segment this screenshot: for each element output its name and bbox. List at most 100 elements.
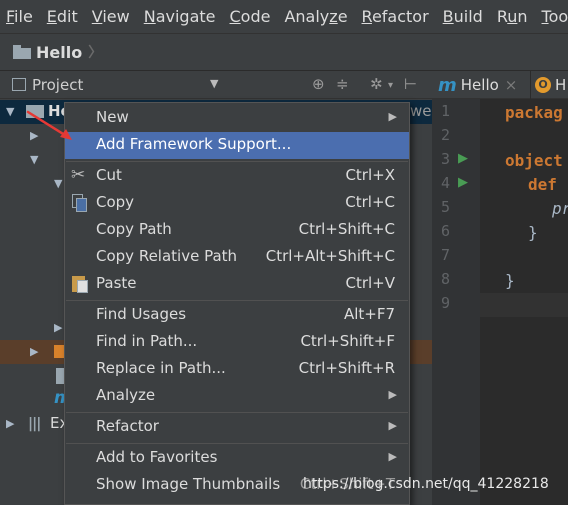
menu-item-copy-relative-path[interactable]: Copy Relative Path Ctrl+Alt+Shift+C xyxy=(65,244,409,271)
menu-item-paste[interactable]: Paste Ctrl+V xyxy=(65,271,409,298)
expand-arrow-icon[interactable]: ▼ xyxy=(30,153,38,166)
breadcrumb-project: Hello xyxy=(36,42,83,62)
locate-icon[interactable]: ⊕ xyxy=(312,75,325,93)
menu-item-find-in-path[interactable]: Find in Path... Ctrl+Shift+F xyxy=(65,329,409,356)
line-number: 8 xyxy=(440,270,450,288)
menu-item-cut[interactable]: ✂ Cut Ctrl+X xyxy=(65,163,409,190)
project-icon xyxy=(12,78,26,91)
line-number: 7 xyxy=(440,246,450,264)
module-folder-icon xyxy=(26,105,44,118)
menu-view[interactable]: View xyxy=(85,0,137,33)
menu-item-add-framework-support[interactable]: Add Framework Support... xyxy=(65,132,409,159)
menu-item-label: Find Usages xyxy=(96,305,187,323)
settings-dropdown-icon[interactable]: ▾ xyxy=(388,80,393,91)
collapse-arrow-icon[interactable]: ▶ xyxy=(54,321,62,334)
code-line-1: packag xyxy=(505,103,563,122)
expand-arrow-icon[interactable]: ▼ xyxy=(54,177,62,190)
menu-item-label: Refactor xyxy=(96,417,159,435)
menu-item-replace-in-path[interactable]: Replace in Path... Ctrl+Shift+R xyxy=(65,356,409,383)
menu-item-shortcut: Ctrl+Shift+F xyxy=(300,332,395,350)
collapse-arrow-icon[interactable]: ▶ xyxy=(30,345,38,358)
line-number: 6 xyxy=(440,222,450,240)
menu-item-label: Copy Path xyxy=(96,220,172,238)
line-number: 4 xyxy=(440,174,450,192)
menu-item-label: Copy xyxy=(96,193,135,211)
project-view-title[interactable]: Project xyxy=(32,76,83,94)
paste-icon xyxy=(71,275,89,293)
editor-tabs: m Hello × O H xyxy=(432,71,568,99)
menu-item-shortcut: Alt+F7 xyxy=(343,305,395,323)
menu-refactor[interactable]: Refactor xyxy=(355,0,436,33)
scissors-icon: ✂ xyxy=(71,165,86,185)
collapse-arrow-icon[interactable]: ▶ xyxy=(6,417,14,430)
menu-navigate[interactable]: Navigate xyxy=(137,0,223,33)
project-toolwindow-header: Project ▼ ⊕ ≑ ✲ ▾ ⊢ xyxy=(0,71,432,99)
menu-item-shortcut: Ctrl+C xyxy=(345,193,395,211)
code-line-4: def xyxy=(528,175,557,194)
menu-item-label: New xyxy=(96,108,129,126)
collapse-all-icon[interactable]: ≑ xyxy=(336,75,349,93)
submenu-arrow-icon: ▶ xyxy=(388,388,397,401)
menu-file[interactable]: File xyxy=(0,0,40,33)
tab-hello-2[interactable]: O H xyxy=(530,71,566,99)
close-icon[interactable]: × xyxy=(505,76,518,94)
menu-item-label: Paste xyxy=(96,274,137,292)
run-gutter-icon[interactable]: ▶ xyxy=(458,151,468,166)
menu-tools[interactable]: Tools xyxy=(535,0,568,33)
menu-item-copy-path[interactable]: Copy Path Ctrl+Shift+C xyxy=(65,217,409,244)
run-gutter-icon[interactable]: ▶ xyxy=(458,175,468,190)
menu-item-label: Show Image Thumbnails xyxy=(96,475,281,493)
copy-icon xyxy=(71,194,89,212)
menu-separator xyxy=(66,412,408,413)
menu-item-label: Cut xyxy=(96,166,122,184)
expand-arrow-icon[interactable]: ▼ xyxy=(6,105,14,118)
current-line-highlight xyxy=(480,293,568,317)
tab-label: Hello xyxy=(460,76,499,94)
object-icon: O xyxy=(535,77,551,93)
menu-item-label: Analyze xyxy=(96,386,156,404)
menu-item-add-to-favorites[interactable]: Add to Favorites ▶ xyxy=(65,445,409,472)
menu-item-copy[interactable]: Copy Ctrl+C xyxy=(65,190,409,217)
menu-item-analyze[interactable]: Analyze ▶ xyxy=(65,383,409,410)
breadcrumb[interactable]: Hello 〉 xyxy=(13,42,102,62)
code-line-6: } xyxy=(528,223,538,242)
line-number: 2 xyxy=(440,126,450,144)
navigation-bar: Hello 〉 xyxy=(0,33,568,71)
menu-separator xyxy=(66,161,408,162)
line-number: 9 xyxy=(440,294,450,312)
scala-object-icon: m xyxy=(438,74,457,96)
menu-item-find-usages[interactable]: Find Usages Alt+F7 xyxy=(65,302,409,329)
menu-item-shortcut: Ctrl+V xyxy=(345,274,395,292)
menu-edit[interactable]: Edit xyxy=(40,0,85,33)
menu-item-shortcut: Ctrl+Shift+C xyxy=(298,220,395,238)
line-number: 5 xyxy=(440,198,450,216)
menu-item-label: Replace in Path... xyxy=(96,359,226,377)
hide-icon[interactable]: ⊢ xyxy=(404,75,417,93)
folder-icon xyxy=(54,345,64,358)
menu-item-refactor[interactable]: Refactor ▶ xyxy=(65,414,409,441)
view-dropdown-icon[interactable]: ▼ xyxy=(210,77,218,90)
menu-analyze[interactable]: Analyze xyxy=(277,0,354,33)
menu-build[interactable]: Build xyxy=(436,0,490,33)
tree-root-path: we xyxy=(410,102,432,120)
tab-label: H xyxy=(555,76,567,94)
code-line-3: object xyxy=(505,151,563,170)
menu-item-label: Find in Path... xyxy=(96,332,198,350)
menu-item-shortcut: Ctrl+X xyxy=(345,166,395,184)
menu-run[interactable]: Run xyxy=(490,0,535,33)
code-line-5: pr xyxy=(552,199,568,218)
line-number: 1 xyxy=(440,102,450,120)
submenu-arrow-icon: ▶ xyxy=(388,450,397,463)
code-editor[interactable]: packag object def pr } } xyxy=(480,99,568,505)
watermark-text: https://blog.csdn.net/qq_41228218 xyxy=(303,476,549,492)
submenu-arrow-icon: ▶ xyxy=(388,419,397,432)
menu-item-new[interactable]: New ▶ xyxy=(65,105,409,132)
menu-item-label: Copy Relative Path xyxy=(96,247,238,265)
context-menu: New ▶ Add Framework Support... ✂ Cut Ctr… xyxy=(64,102,410,505)
menu-separator xyxy=(66,443,408,444)
chevron-right-icon: 〉 xyxy=(88,45,103,61)
collapse-arrow-icon[interactable]: ▶ xyxy=(30,129,38,142)
menu-code[interactable]: Code xyxy=(223,0,278,33)
tab-hello-scala[interactable]: m Hello × xyxy=(438,71,517,99)
settings-gear-icon[interactable]: ✲ xyxy=(370,75,383,93)
